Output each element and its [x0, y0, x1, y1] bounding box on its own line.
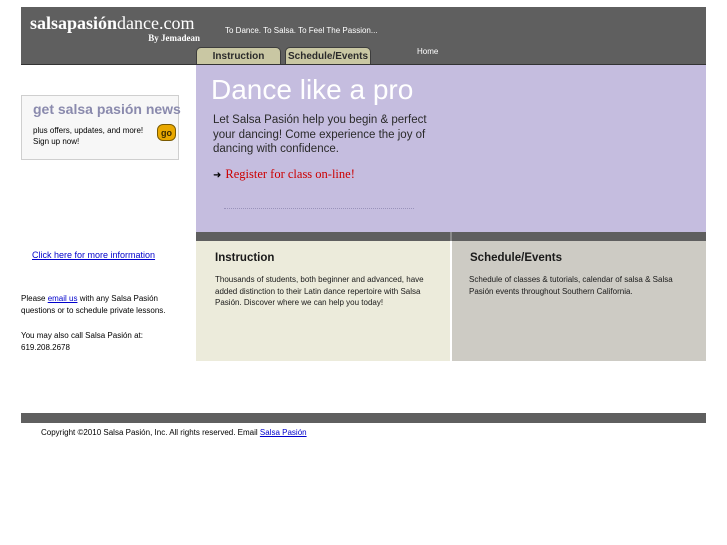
footer-bar [21, 413, 706, 423]
home-link[interactable]: Home [417, 47, 438, 56]
email-us-link[interactable]: email us [48, 294, 78, 303]
arrow-right-icon: ➜ [213, 170, 222, 181]
hero-text: Let Salsa Pasión help you begin & perfec… [213, 114, 427, 155]
email-paragraph: Please email us with any Salsa Pasión qu… [21, 294, 166, 315]
more-info-link[interactable]: Click here for more information [32, 250, 155, 260]
register-link[interactable]: ➜ Register for class on-line! [213, 167, 355, 182]
instruction-panel-text: Thousands of students, both beginner and… [215, 275, 424, 307]
tab-instruction[interactable]: Instruction [196, 47, 281, 64]
tab-schedule-events[interactable]: Schedule/Events [285, 47, 371, 64]
copyright-text: Copyright ©2010 Salsa Pasión, Inc. All r… [41, 428, 307, 437]
newsletter-title: get salsa pasión news [33, 101, 181, 117]
hero-title: Dance like a pro [211, 74, 414, 105]
schedule-panel-title: Schedule/Events [470, 252, 563, 264]
newsletter-subtitle: plus offers, updates, and more! [33, 126, 144, 135]
site-tagline: To Dance. To Salsa. To Feel The Passion.… [225, 26, 378, 35]
newsletter-box: get salsa pasión news plus offers, updat… [21, 95, 181, 160]
hero-banner: Dance like a pro Let Salsa Pasión help y… [196, 65, 706, 232]
schedule-panel-text: Schedule of classes & tutorials, calenda… [469, 275, 673, 296]
register-label: Register for class on-line! [225, 167, 355, 181]
schedule-panel[interactable]: Schedule/Events Schedule of classes & tu… [452, 241, 706, 361]
hero-dotted-divider [224, 208, 414, 209]
newsletter-go-button[interactable]: go [157, 124, 176, 141]
instruction-panel[interactable]: Instruction Thousands of students, both … [196, 241, 450, 361]
phone-paragraph: You may also call Salsa Pasión at: 619.2… [21, 331, 143, 352]
site-logo[interactable]: salsapasióndance.com By Jemadean [30, 13, 205, 43]
newsletter-signup-text: Sign up now! [33, 137, 80, 146]
logo-byline: By Jemadean [148, 33, 200, 43]
footer-email-link[interactable]: Salsa Pasión [260, 428, 307, 437]
panel-bar-divider [450, 232, 452, 241]
instruction-panel-title: Instruction [215, 252, 275, 264]
logo-text: salsapasióndance.com [30, 13, 195, 33]
